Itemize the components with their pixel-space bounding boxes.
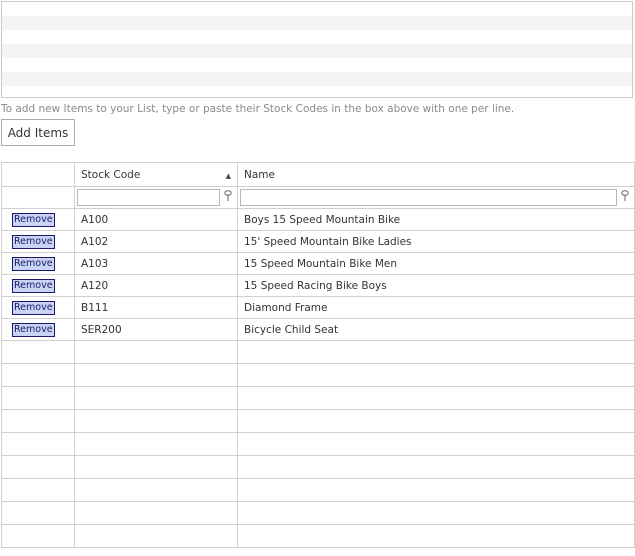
- stock-codes-textarea[interactable]: [1, 1, 633, 98]
- filter-row: [1, 186, 635, 209]
- table-row: Remove A120 15 Speed Racing Bike Boys: [1, 274, 635, 297]
- table-row: Remove B111 Diamond Frame: [1, 296, 635, 319]
- empty-row: [1, 455, 635, 479]
- empty-row: [1, 432, 635, 456]
- instructions-text: To add new Items to your List, type or p…: [1, 103, 515, 115]
- stock-code-cell: A102: [74, 230, 238, 253]
- name-cell: Bicycle Child Seat: [237, 318, 635, 341]
- empty-row: [1, 340, 635, 364]
- remove-button[interactable]: Remove: [12, 278, 55, 293]
- stock-code-cell: A100: [74, 208, 238, 231]
- textarea-line-stripe: [2, 72, 632, 86]
- name-column-header[interactable]: Name: [237, 162, 635, 187]
- stock-code-header-label: Stock Code: [81, 168, 141, 181]
- empty-row: [1, 363, 635, 387]
- stock-code-cell: SER200: [74, 318, 238, 341]
- name-cell: 15 Speed Mountain Bike Men: [237, 252, 635, 275]
- sort-ascending-icon: ▲: [225, 171, 231, 180]
- row-action-cell: Remove: [1, 252, 75, 275]
- table-row: Remove A103 15 Speed Mountain Bike Men: [1, 252, 635, 275]
- row-action-cell: Remove: [1, 274, 75, 297]
- remove-button[interactable]: Remove: [12, 322, 55, 337]
- name-filter-input[interactable]: [240, 189, 617, 206]
- table-row: Remove SER200 Bicycle Child Seat: [1, 318, 635, 341]
- empty-row: [1, 501, 635, 525]
- empty-row: [1, 478, 635, 502]
- items-grid: Stock Code ▲ Name Remove A100 Boys 15 Sp…: [1, 162, 635, 548]
- textarea-line-stripe: [2, 44, 632, 58]
- table-row: Remove A100 Boys 15 Speed Mountain Bike: [1, 208, 635, 231]
- name-cell: 15 Speed Racing Bike Boys: [237, 274, 635, 297]
- empty-row: [1, 386, 635, 410]
- stock-code-cell: A120: [74, 274, 238, 297]
- stock-code-column-header[interactable]: Stock Code ▲: [74, 162, 238, 187]
- name-cell: Diamond Frame: [237, 296, 635, 319]
- stock-code-filter-cell: [74, 186, 238, 209]
- stock-code-cell: B111: [74, 296, 238, 319]
- row-action-cell: Remove: [1, 318, 75, 341]
- empty-row: [1, 409, 635, 433]
- row-action-cell: Remove: [1, 208, 75, 231]
- name-header-label: Name: [244, 168, 275, 181]
- filter-empty-cell: [1, 186, 75, 209]
- remove-button[interactable]: Remove: [12, 300, 55, 315]
- remove-button[interactable]: Remove: [12, 234, 55, 249]
- name-cell: Boys 15 Speed Mountain Bike: [237, 208, 635, 231]
- remove-button[interactable]: Remove: [12, 256, 55, 271]
- name-cell: 15' Speed Mountain Bike Ladies: [237, 230, 635, 253]
- empty-row: [1, 524, 635, 548]
- row-action-cell: Remove: [1, 230, 75, 253]
- add-items-button[interactable]: Add Items: [1, 119, 75, 146]
- row-action-cell: Remove: [1, 296, 75, 319]
- stock-code-cell: A103: [74, 252, 238, 275]
- remove-button[interactable]: Remove: [12, 212, 55, 227]
- name-filter-cell: [237, 186, 635, 209]
- filter-funnel-icon[interactable]: [620, 190, 632, 205]
- textarea-line-stripe: [2, 16, 632, 30]
- action-column-header: [1, 162, 75, 187]
- table-row: Remove A102 15' Speed Mountain Bike Ladi…: [1, 230, 635, 253]
- stock-code-filter-input[interactable]: [77, 189, 220, 206]
- header-row: Stock Code ▲ Name: [1, 162, 635, 187]
- filter-funnel-icon[interactable]: [223, 190, 235, 205]
